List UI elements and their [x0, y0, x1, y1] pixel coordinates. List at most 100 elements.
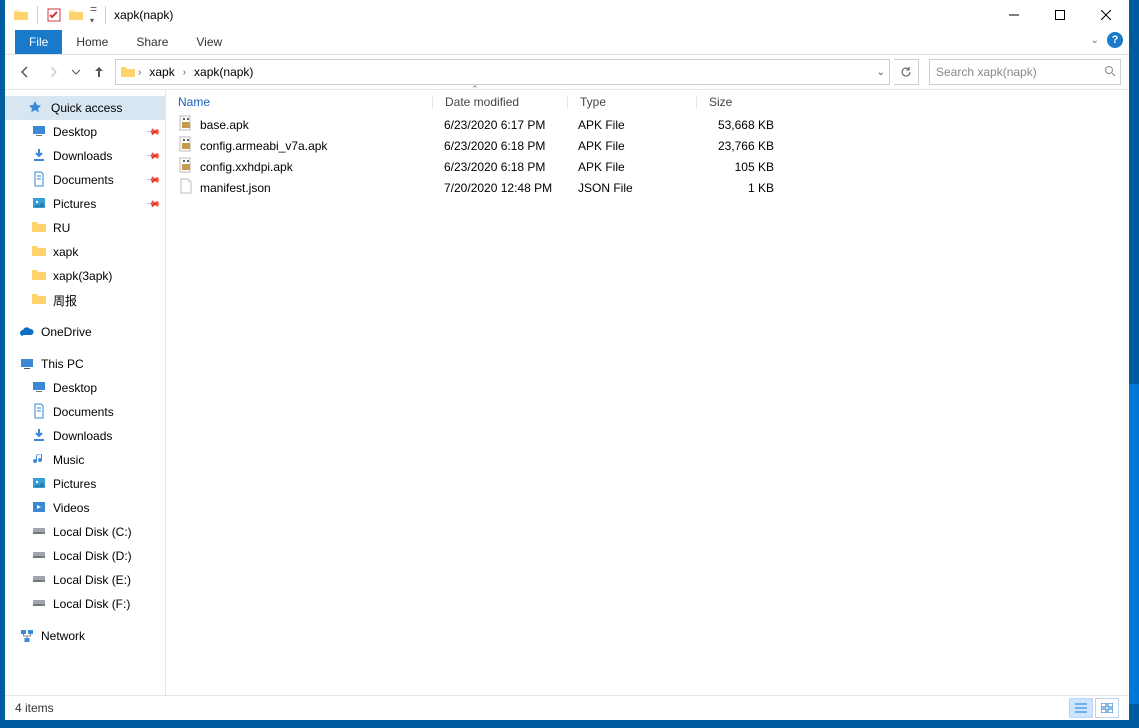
sidebar-item-label: OneDrive: [41, 325, 92, 339]
column-header-type[interactable]: Type: [567, 95, 696, 109]
sidebar-item-label: Desktop: [53, 125, 97, 139]
sidebar-item[interactable]: Music: [5, 448, 165, 472]
sidebar-item-label: Local Disk (D:): [53, 549, 132, 563]
disk-icon: [31, 571, 47, 590]
ribbon-collapse-icon[interactable]: ⌄: [1091, 35, 1099, 46]
column-header-size[interactable]: Size: [696, 95, 789, 109]
search-icon[interactable]: [1104, 65, 1116, 80]
sidebar-item[interactable]: Pictures📌: [5, 192, 165, 216]
sidebar-item[interactable]: Documents📌: [5, 168, 165, 192]
file-size: 23,766 KB: [694, 139, 774, 153]
desktop-icon: [31, 123, 47, 142]
sidebar-this-pc[interactable]: This PC: [5, 352, 165, 376]
sidebar-item[interactable]: Local Disk (C:): [5, 520, 165, 544]
tab-view[interactable]: View: [182, 30, 236, 54]
file-name: base.apk: [200, 118, 249, 132]
sidebar-item-label: Music: [53, 453, 84, 467]
search-box[interactable]: [929, 59, 1121, 85]
sidebar-onedrive[interactable]: OneDrive: [5, 320, 165, 344]
breadcrumb[interactable]: xapk: [143, 60, 180, 84]
pictures-icon: [31, 195, 47, 214]
large-icons-view-button[interactable]: [1095, 698, 1119, 718]
column-headers: ⌃ Name Date modified Type Size: [166, 90, 1129, 114]
back-button[interactable]: [13, 60, 37, 84]
window-title: xapk(napk): [114, 8, 173, 22]
sidebar-item[interactable]: xapk(3apk): [5, 264, 165, 288]
videos-icon: [31, 499, 47, 518]
tab-home[interactable]: Home: [62, 30, 122, 54]
file-type: JSON File: [566, 181, 694, 195]
apk-file-icon: [178, 136, 194, 155]
file-row[interactable]: config.xxhdpi.apk6/23/2020 6:18 PMAPK Fi…: [166, 156, 1129, 177]
properties-icon[interactable]: [46, 7, 62, 23]
folder-icon[interactable]: [68, 7, 84, 23]
sidebar-item[interactable]: Pictures: [5, 472, 165, 496]
address-bar[interactable]: › xapk › xapk(napk) ⌄: [115, 59, 890, 85]
sidebar-item[interactable]: Desktop📌: [5, 120, 165, 144]
quick-access-toolbar: =▾: [5, 4, 108, 26]
sidebar-item[interactable]: Local Disk (E:): [5, 568, 165, 592]
address-bar-row: › xapk › xapk(napk) ⌄: [5, 55, 1129, 90]
maximize-button[interactable]: [1037, 0, 1083, 30]
explorer-window: =▾ xapk(napk) File Home Share View ⌄ ? ›…: [5, 0, 1129, 720]
recent-locations-button[interactable]: [69, 60, 83, 84]
separator: [105, 6, 106, 24]
file-tab[interactable]: File: [15, 30, 62, 54]
navigation-pane[interactable]: Quick access Desktop📌Downloads📌Documents…: [5, 90, 166, 695]
sidebar-item[interactable]: Downloads📌: [5, 144, 165, 168]
desktop-scroll-thumb[interactable]: [1129, 384, 1139, 704]
apk-file-icon: [178, 157, 194, 176]
minimize-button[interactable]: [991, 0, 1037, 30]
sidebar-item[interactable]: Desktop: [5, 376, 165, 400]
tab-share[interactable]: Share: [122, 30, 182, 54]
sidebar-item[interactable]: Local Disk (F:): [5, 592, 165, 616]
sidebar-item[interactable]: Videos: [5, 496, 165, 520]
file-list[interactable]: base.apk6/23/2020 6:17 PMAPK File53,668 …: [166, 114, 1129, 198]
sidebar-item[interactable]: 周报: [5, 288, 165, 312]
refresh-button[interactable]: [894, 59, 919, 85]
sidebar-item-label: Local Disk (F:): [53, 597, 130, 611]
column-header-name[interactable]: Name: [166, 95, 432, 109]
disk-icon: [31, 523, 47, 542]
search-input[interactable]: [930, 61, 1120, 83]
sidebar-item-label: Videos: [53, 501, 89, 515]
chevron-right-icon[interactable]: ›: [136, 67, 143, 78]
help-icon[interactable]: ?: [1107, 32, 1123, 48]
forward-button[interactable]: [41, 60, 65, 84]
folder-icon: [31, 219, 47, 238]
file-row[interactable]: config.armeabi_v7a.apk6/23/2020 6:18 PMA…: [166, 135, 1129, 156]
pin-icon: 📌: [146, 172, 162, 188]
sidebar-item-label: This PC: [41, 357, 84, 371]
sidebar-network[interactable]: Network: [5, 624, 165, 648]
sidebar-item[interactable]: RU: [5, 216, 165, 240]
json-file-icon: [178, 178, 194, 197]
address-dropdown-icon[interactable]: ⌄: [877, 67, 885, 78]
up-button[interactable]: [87, 60, 111, 84]
desktop-icon: [31, 379, 47, 398]
file-date: 6/23/2020 6:18 PM: [432, 160, 566, 174]
qat-dropdown-icon[interactable]: =▾: [90, 4, 97, 26]
sidebar-item[interactable]: xapk: [5, 240, 165, 264]
downloads-icon: [31, 427, 47, 446]
sidebar-item-label: Pictures: [53, 477, 96, 491]
network-icon: [19, 628, 35, 644]
title-bar[interactable]: =▾ xapk(napk): [5, 0, 1129, 30]
breadcrumb[interactable]: xapk(napk): [188, 60, 259, 84]
sidebar-item[interactable]: Local Disk (D:): [5, 544, 165, 568]
file-row[interactable]: base.apk6/23/2020 6:17 PMAPK File53,668 …: [166, 114, 1129, 135]
documents-icon: [31, 403, 47, 422]
column-header-date[interactable]: Date modified: [432, 95, 567, 109]
cloud-icon: [19, 324, 35, 340]
close-button[interactable]: [1083, 0, 1129, 30]
folder-icon: [31, 243, 47, 262]
sidebar-item[interactable]: Documents: [5, 400, 165, 424]
chevron-right-icon[interactable]: ›: [181, 67, 188, 78]
file-size: 53,668 KB: [694, 118, 774, 132]
folder-icon: [13, 7, 29, 23]
file-row[interactable]: manifest.json7/20/2020 12:48 PMJSON File…: [166, 177, 1129, 198]
sidebar-item-label: xapk: [53, 245, 78, 259]
status-bar: 4 items: [5, 695, 1129, 720]
details-view-button[interactable]: [1069, 698, 1093, 718]
sidebar-quick-access[interactable]: Quick access: [5, 96, 165, 120]
sidebar-item[interactable]: Downloads: [5, 424, 165, 448]
